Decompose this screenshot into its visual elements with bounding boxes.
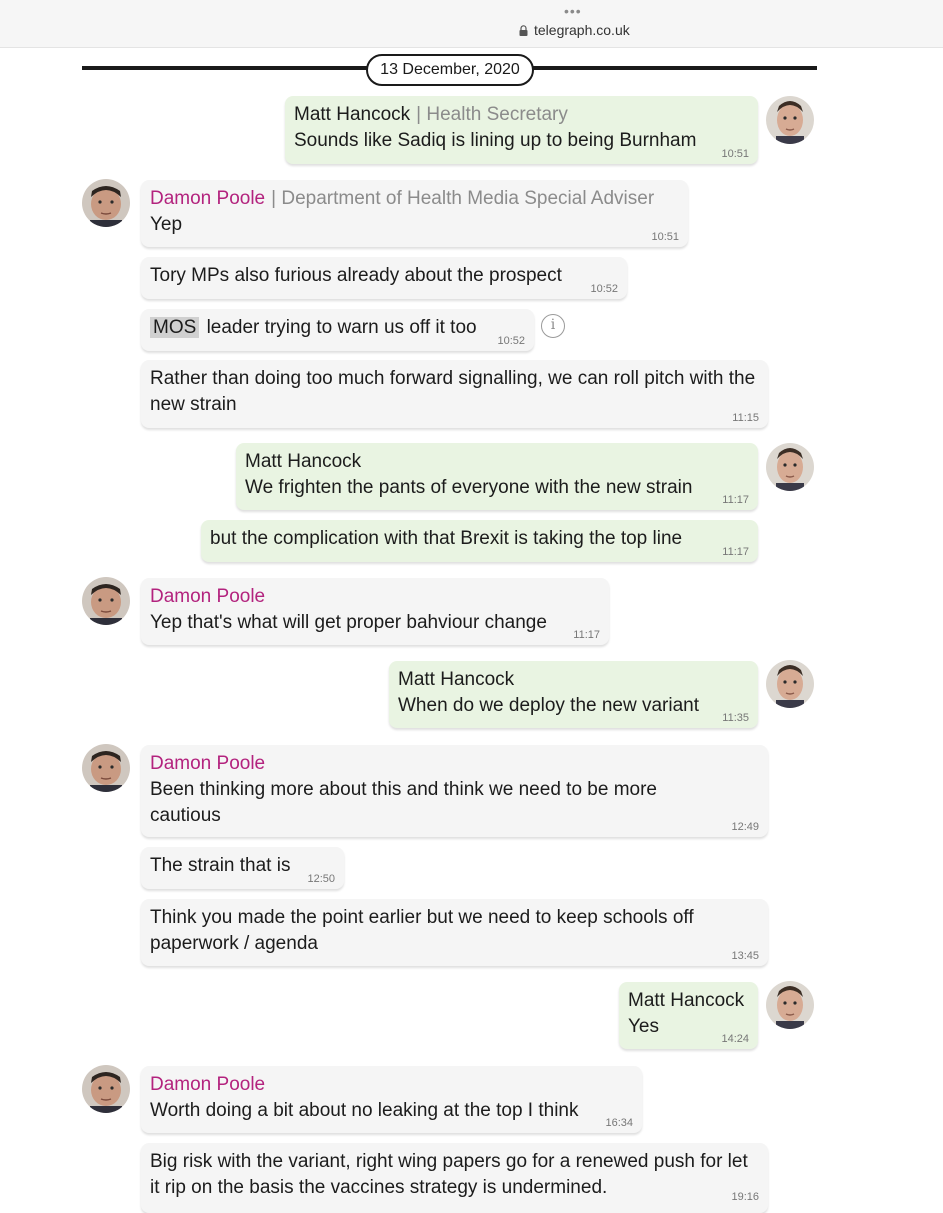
avatar-matt-hancock	[766, 660, 814, 708]
message-bubble[interactable]: Damon Poole Been thinking more about thi…	[141, 745, 768, 837]
message-time: 11:17	[722, 494, 749, 506]
message-text: Big risk with the variant, right wing pa…	[150, 1151, 748, 1198]
message-bubble[interactable]: Damon Poole Yep that's what will get pro…	[141, 578, 609, 645]
date-label: 13 December, 2020	[366, 54, 534, 86]
message-time: 16:34	[605, 1117, 633, 1129]
sender-name: Matt Hancock	[294, 104, 411, 125]
message-time: 12:50	[307, 873, 335, 885]
avatar-matt-hancock	[766, 96, 814, 144]
sender-role: Health Secretary	[416, 104, 568, 125]
message-time: 10:51	[721, 148, 749, 160]
message-text: Think you made the point earlier but we …	[150, 907, 694, 954]
info-icon[interactable]: i	[541, 314, 565, 338]
sender-name: Damon Poole	[150, 1074, 266, 1095]
message-bubble[interactable]: Matt Hancock When do we deploy the new v…	[389, 661, 758, 728]
message-text: Sounds like Sadiq is lining up to being …	[294, 130, 697, 151]
message-text: Yep	[150, 214, 183, 235]
message-bubble[interactable]: Matt Hancock Yes 14:24	[619, 982, 758, 1049]
message-text: We frighten the pants of everyone with t…	[245, 477, 693, 498]
message-bubble[interactable]: Rather than doing too much forward signa…	[141, 360, 768, 428]
message-bubble[interactable]: Damon Poole Worth doing a bit about no l…	[141, 1066, 642, 1133]
message-time: 12:49	[731, 821, 759, 833]
avatar-damon-poole	[82, 179, 130, 227]
message-time: 11:17	[722, 546, 749, 558]
message-text: Yep that's what will get proper bahviour…	[150, 612, 547, 633]
avatar-matt-hancock	[766, 443, 814, 491]
lock-icon	[519, 24, 528, 36]
sender-name: Damon Poole	[150, 188, 266, 209]
browser-menu-dots[interactable]: •••	[564, 4, 582, 18]
message-time: 19:16	[731, 1191, 759, 1203]
sender-name: Damon Poole	[150, 753, 266, 774]
sender-role: Department of Health Media Special Advis…	[271, 188, 654, 209]
message-time: 11:35	[722, 712, 749, 724]
sender-name: Matt Hancock	[398, 669, 515, 690]
message-time: 14:24	[721, 1033, 749, 1045]
avatar-matt-hancock	[766, 981, 814, 1029]
avatar-damon-poole	[82, 744, 130, 792]
message-time: 10:52	[590, 283, 618, 295]
message-time: 10:51	[651, 231, 679, 243]
sender-name: Matt Hancock	[628, 990, 745, 1011]
message-text: Rather than doing too much forward signa…	[150, 368, 756, 415]
message-bubble[interactable]: Matt HancockHealth Secretary Sounds like…	[285, 96, 758, 164]
message-bubble[interactable]: but the complication with that Brexit is…	[201, 520, 758, 562]
message-time: 10:52	[497, 335, 525, 347]
message-bubble[interactable]: Matt Hancock We frighten the pants of ev…	[236, 443, 758, 510]
message-text: but the complication with that Brexit is…	[210, 528, 683, 549]
message-time: 13:45	[731, 950, 759, 962]
url-text: telegraph.co.uk	[534, 22, 630, 38]
message-bubble[interactable]: Damon PooleDepartment of Health Media Sp…	[141, 180, 688, 247]
browser-address-bar: ••• telegraph.co.uk	[0, 0, 943, 48]
url-display[interactable]: telegraph.co.uk	[519, 22, 630, 38]
message-time: 11:15	[732, 412, 759, 424]
message-text: When do we deploy the new variant	[398, 695, 700, 716]
message-bubble[interactable]: The strain that is 12:50	[141, 847, 344, 889]
message-bubble[interactable]: Big risk with the variant, right wing pa…	[141, 1143, 768, 1213]
sender-name: Damon Poole	[150, 586, 266, 607]
message-bubble[interactable]: Think you made the point earlier but we …	[141, 899, 768, 966]
message-bubble[interactable]: MOS leader trying to warn us off it too …	[141, 309, 534, 351]
message-text: Been thinking more about this and think …	[150, 779, 657, 826]
message-text: Tory MPs also furious already about the …	[150, 265, 562, 286]
message-text: leader trying to warn us off it too	[206, 317, 477, 338]
message-time: 11:17	[573, 629, 600, 641]
redacted-tag: MOS	[150, 317, 200, 338]
message-text: Worth doing a bit about no leaking at th…	[150, 1100, 579, 1121]
sender-name: Matt Hancock	[245, 451, 362, 472]
message-text: The strain that is	[150, 855, 291, 876]
avatar-damon-poole	[82, 577, 130, 625]
message-bubble[interactable]: Tory MPs also furious already about the …	[141, 257, 627, 299]
avatar-damon-poole	[82, 1065, 130, 1113]
